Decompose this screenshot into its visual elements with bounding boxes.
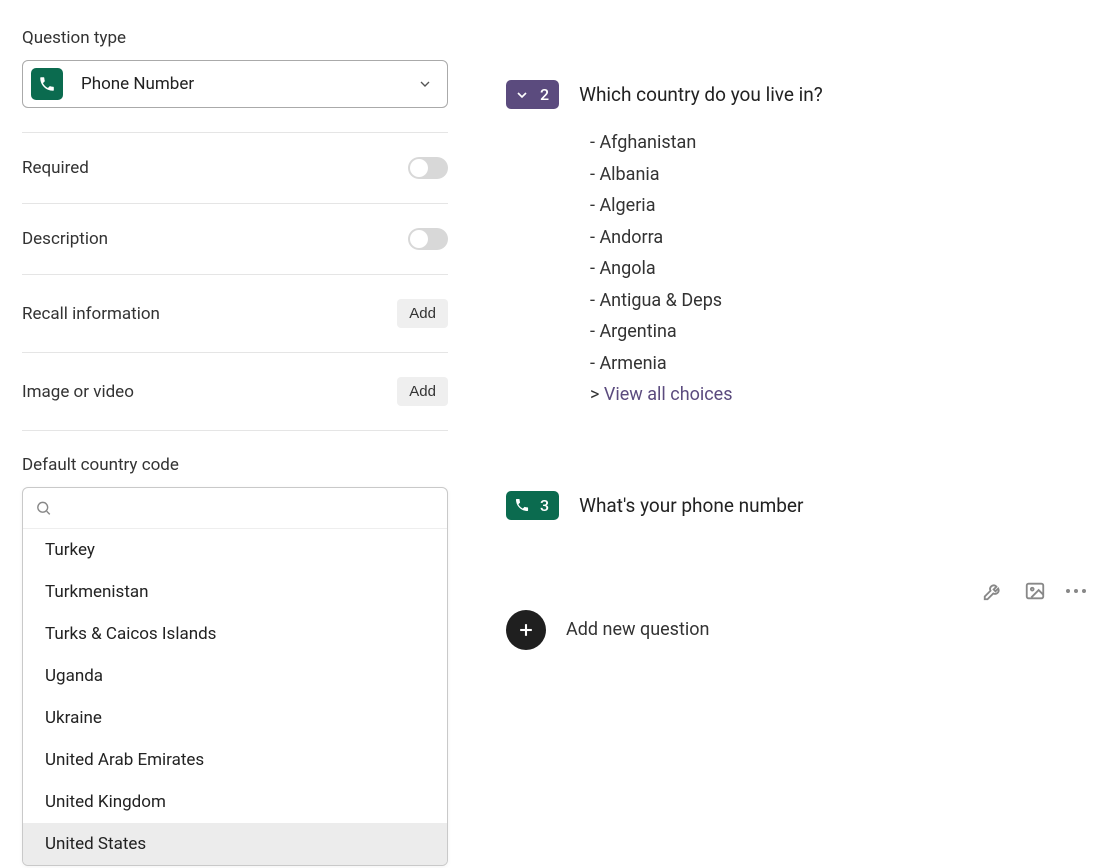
media-row: Image or video Add [22, 377, 448, 406]
question-2-header: 2 Which country do you live in? [506, 80, 1096, 109]
choice-item: - Armenia [590, 348, 1096, 380]
required-label: Required [22, 158, 89, 178]
country-option[interactable]: Uganda [23, 655, 447, 697]
recall-label: Recall information [22, 304, 160, 324]
divider [22, 274, 448, 275]
phone-icon [514, 497, 530, 513]
divider [22, 352, 448, 353]
choice-item: - Antigua & Deps [590, 285, 1096, 317]
country-option[interactable]: United Kingdom [23, 781, 447, 823]
choice-item: - Argentina [590, 316, 1096, 348]
question-3-header: 3 What's your phone number [506, 491, 1096, 520]
recall-add-button[interactable]: Add [397, 299, 448, 328]
phone-icon [31, 68, 63, 100]
country-option[interactable]: Ukraine [23, 697, 447, 739]
description-toggle[interactable] [408, 228, 448, 250]
search-icon [35, 499, 52, 517]
choice-item: - Andorra [590, 222, 1096, 254]
question-3-badge[interactable]: 3 [506, 491, 559, 520]
question-3-title[interactable]: What's your phone number [579, 494, 803, 517]
recall-row: Recall information Add [22, 299, 448, 328]
question-type-select[interactable]: Phone Number [22, 60, 448, 108]
question-action-bar [982, 580, 1086, 602]
choice-item: - Albania [590, 159, 1096, 191]
description-label: Description [22, 229, 108, 249]
question-2-number: 2 [540, 85, 549, 104]
question-2-title[interactable]: Which country do you live in? [579, 83, 823, 106]
settings-wrench-icon[interactable] [982, 580, 1004, 602]
view-all-choices[interactable]: > View all choices [590, 379, 1096, 411]
question-type-value: Phone Number [81, 74, 417, 94]
question-3-number: 3 [540, 496, 549, 515]
media-add-button[interactable]: Add [397, 377, 448, 406]
country-search-input[interactable] [60, 498, 435, 518]
country-option[interactable]: Turks & Caicos Islands [23, 613, 447, 655]
question-2-block: 2 Which country do you live in? - Afghan… [506, 80, 1096, 411]
required-row: Required [22, 157, 448, 179]
canvas-panel: 2 Which country do you live in? - Afghan… [470, 0, 1116, 868]
choice-item: - Afghanistan [590, 127, 1096, 159]
question-type-label: Question type [22, 28, 448, 48]
default-country-label: Default country code [22, 455, 448, 475]
country-option[interactable]: United States [23, 823, 447, 865]
required-toggle[interactable] [408, 157, 448, 179]
question-2-badge[interactable]: 2 [506, 80, 559, 109]
question-3-block: 3 What's your phone number [506, 491, 1096, 520]
media-label: Image or video [22, 382, 134, 402]
add-question-label: Add new question [566, 619, 709, 640]
choice-item: - Algeria [590, 190, 1096, 222]
more-options-icon[interactable] [1066, 589, 1086, 593]
description-row: Description [22, 228, 448, 250]
chevron-down-icon [417, 76, 433, 92]
image-icon[interactable] [1024, 580, 1046, 602]
country-option[interactable]: United Arab Emirates [23, 739, 447, 781]
country-search-row [23, 488, 447, 529]
add-question-row: Add new question [506, 610, 1096, 650]
add-question-button[interactable] [506, 610, 546, 650]
divider [22, 132, 448, 133]
plus-icon [516, 620, 536, 640]
choice-item: - Angola [590, 253, 1096, 285]
question-2-choices: - Afghanistan- Albania- Algeria- Andorra… [590, 127, 1096, 411]
chevron-down-icon [514, 87, 530, 103]
country-option[interactable]: Turkmenistan [23, 571, 447, 613]
country-list: TurkeyTurkmenistanTurks & Caicos Islands… [23, 529, 447, 865]
country-option[interactable]: Turkey [23, 529, 447, 571]
country-code-dropdown: TurkeyTurkmenistanTurks & Caicos Islands… [22, 487, 448, 866]
divider [22, 203, 448, 204]
divider [22, 430, 448, 431]
settings-panel: Question type Phone Number Required Desc… [0, 0, 470, 868]
